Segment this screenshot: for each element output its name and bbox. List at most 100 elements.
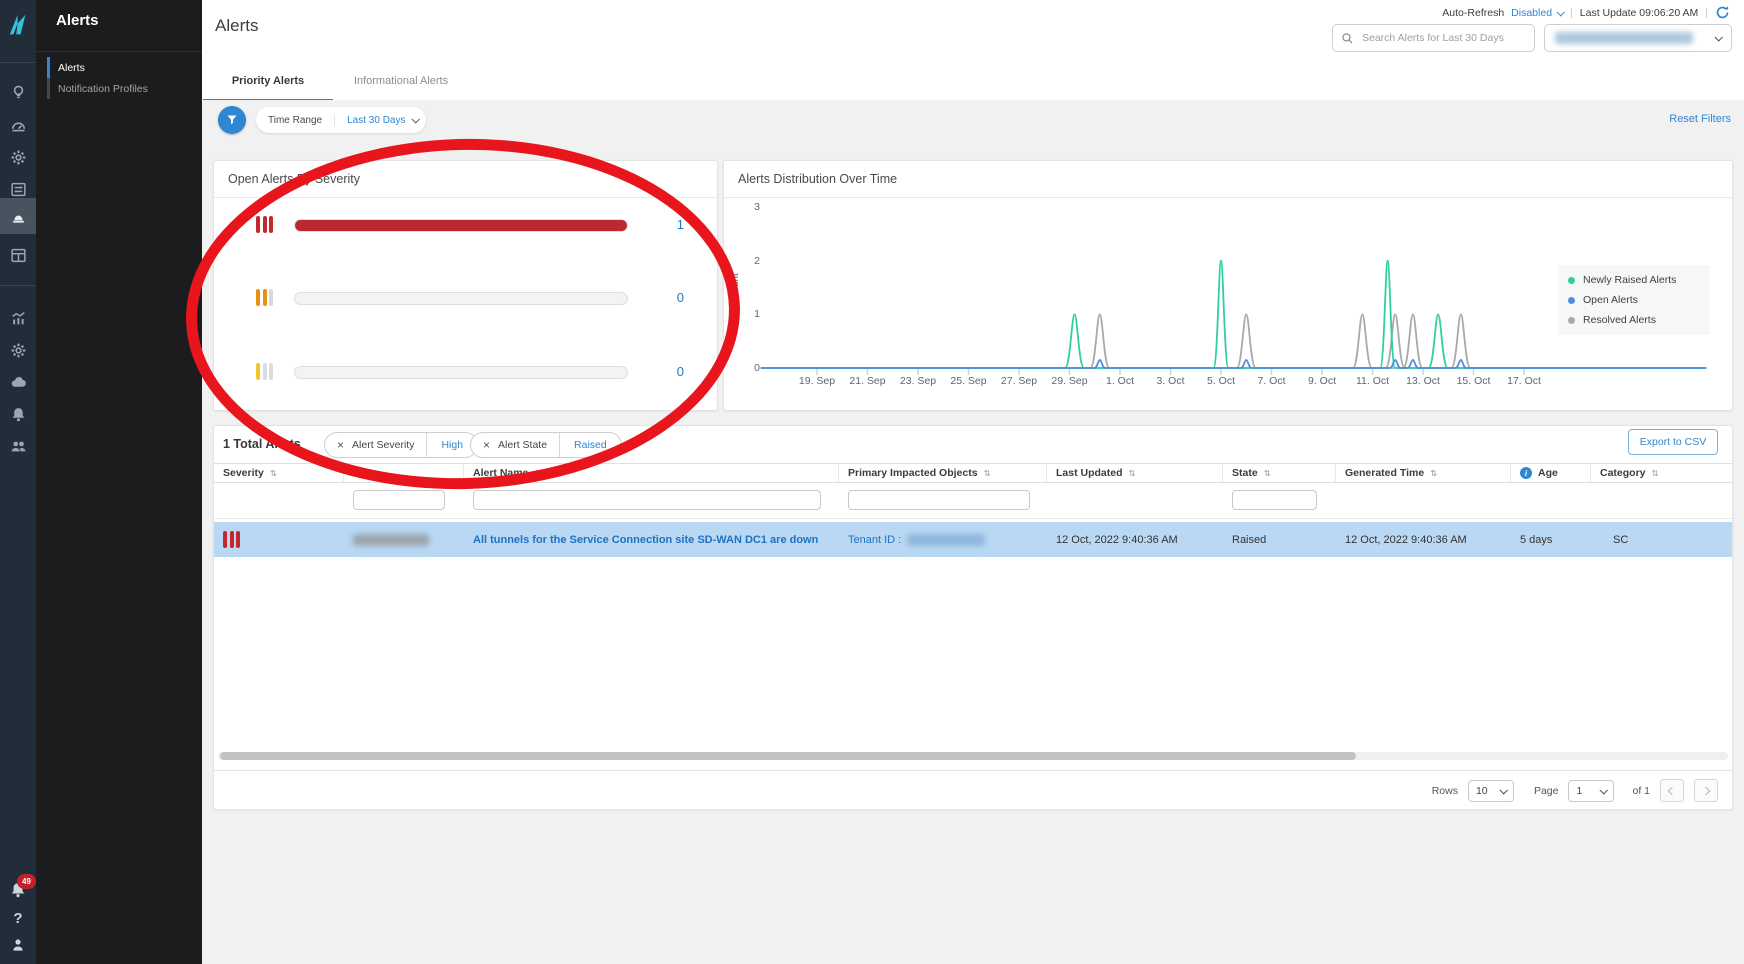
sidebar-item-notification-profiles[interactable]: Notification Profiles: [47, 78, 208, 99]
severity-bar-fill: [295, 219, 627, 232]
refresh-button[interactable]: [1715, 5, 1730, 20]
page-number-select[interactable]: 1: [1568, 780, 1614, 802]
column-header-alert-name[interactable]: Alert Name ⇅: [464, 464, 839, 482]
tenant-id-redacted: [907, 534, 985, 546]
user-profile-button[interactable]: [8, 935, 28, 955]
alert-name-filter-input[interactable]: [473, 490, 821, 510]
alert-name-link[interactable]: All tunnels for the Service Connection s…: [473, 534, 818, 546]
filter-button[interactable]: [218, 106, 246, 134]
primary-impacted-filter-input[interactable]: [848, 490, 1030, 510]
refresh-bar: Auto-Refresh Disabled | Last Update 09:0…: [1442, 5, 1730, 20]
column-header-primary-impacted-objects[interactable]: Primary Impacted Objects ⇅: [839, 464, 1047, 482]
column-header-id[interactable]: ID: [344, 464, 464, 482]
app-logo-icon: [7, 12, 29, 36]
state-filter-input[interactable]: [1232, 490, 1317, 510]
sort-icon[interactable]: ⇅: [1129, 468, 1136, 479]
page-label: Page: [1534, 785, 1559, 797]
divider: [214, 197, 717, 198]
column-label: Last Updated: [1056, 467, 1123, 479]
column-header-generated-time[interactable]: Generated Time ⇅: [1336, 464, 1511, 482]
nav-dashboards[interactable]: [8, 245, 28, 265]
close-icon[interactable]: ×: [325, 438, 352, 452]
legend-entry: Resolved Alerts: [1568, 314, 1700, 326]
x-tick-label: 5. Oct: [1195, 375, 1247, 387]
column-label: Alert Name: [473, 467, 528, 479]
close-icon[interactable]: ×: [471, 438, 498, 452]
time-range-filter[interactable]: Time Range Last 30 Days: [256, 107, 426, 133]
divider: [36, 51, 202, 52]
tab-informational-alerts[interactable]: Informational Alerts: [333, 62, 469, 99]
tab-priority-alerts[interactable]: Priority Alerts: [203, 62, 333, 102]
user-group-icon: [10, 438, 27, 455]
filter-chip-alert-severity[interactable]: × Alert Severity High: [324, 432, 478, 458]
x-tick-label: 9. Oct: [1296, 375, 1348, 387]
legend-label: Resolved Alerts: [1583, 314, 1656, 326]
sort-icon[interactable]: ⇅: [534, 468, 541, 479]
x-axis-labels: 19. Sep21. Sep23. Sep25. Sep27. Sep29. S…: [724, 375, 1734, 391]
nav-user-management[interactable]: [8, 436, 28, 456]
help-button[interactable]: ?: [8, 908, 28, 928]
column-header-last-updated[interactable]: Last Updated ⇅: [1047, 464, 1223, 482]
severity-card-title: Open Alerts By Severity: [228, 172, 360, 186]
nav-workflows[interactable]: [8, 179, 28, 199]
column-header-state[interactable]: State ⇅: [1223, 464, 1336, 482]
nav-configuration[interactable]: [8, 340, 28, 360]
severity-low-icon: [256, 363, 273, 380]
next-page-button[interactable]: [1694, 779, 1718, 802]
previous-page-button[interactable]: [1660, 779, 1684, 802]
reset-filters-link[interactable]: Reset Filters: [1669, 113, 1731, 125]
nav-alerts-active[interactable]: [8, 206, 28, 226]
rows-per-page-select[interactable]: 10: [1468, 780, 1514, 802]
column-header-age[interactable]: i Age: [1511, 464, 1591, 482]
nav-insights[interactable]: [8, 82, 28, 102]
severity-row[interactable]: 0: [214, 359, 717, 385]
tenant-selector[interactable]: [1544, 24, 1732, 52]
severity-row[interactable]: 0: [214, 285, 717, 311]
cloud-icon: [10, 374, 27, 391]
layout-grid-icon: [10, 247, 27, 264]
sidebar-item-alerts[interactable]: Alerts: [47, 57, 208, 78]
search-box[interactable]: [1332, 24, 1535, 52]
app-logo[interactable]: [6, 11, 30, 37]
sort-icon[interactable]: ⇅: [1430, 468, 1437, 479]
sidebar-item-label: Notification Profiles: [58, 83, 148, 95]
column-label: Generated Time: [1345, 467, 1424, 479]
chip-value: Raised: [559, 433, 621, 457]
legend-dot: [1568, 297, 1575, 304]
nav-settings[interactable]: [8, 147, 28, 167]
x-tick-label: 21. Sep: [842, 375, 894, 387]
nav-notifications[interactable]: [8, 404, 28, 424]
search-input[interactable]: [1360, 31, 1526, 45]
sort-icon[interactable]: ⇅: [984, 468, 991, 479]
column-header-category[interactable]: Category ⇅: [1591, 464, 1734, 482]
id-filter-input[interactable]: [353, 490, 445, 510]
legend-label: Open Alerts: [1583, 294, 1638, 306]
nav-dashboard[interactable]: [8, 115, 28, 135]
auto-refresh-dropdown[interactable]: Disabled: [1511, 7, 1563, 19]
nav-reports[interactable]: [8, 308, 28, 328]
sort-icon[interactable]: ⇅: [1264, 468, 1271, 479]
age-info-icon[interactable]: i: [1520, 467, 1532, 479]
severity-critical-icon: [223, 531, 240, 548]
funnel-icon: [226, 114, 238, 126]
filter-bar: Time Range Last 30 Days Reset Filters: [202, 100, 1744, 140]
legend-label: Newly Raised Alerts: [1583, 274, 1676, 286]
nav-cloud-services[interactable]: [8, 372, 28, 392]
export-to-csv-button[interactable]: Export to CSV: [1628, 429, 1718, 455]
separator: |: [1570, 7, 1573, 19]
x-tick-label: 23. Sep: [892, 375, 944, 387]
horizontal-scrollbar-track[interactable]: [218, 752, 1728, 760]
refresh-icon: [1715, 5, 1730, 20]
tenant-name-redacted: [1555, 32, 1693, 44]
rows-label: Rows: [1432, 785, 1458, 797]
sort-icon[interactable]: ⇅: [270, 468, 277, 479]
column-header-severity[interactable]: Severity ⇅: [214, 464, 344, 482]
divider: [0, 285, 36, 286]
tenant-id-label[interactable]: Tenant ID :: [848, 534, 901, 546]
filter-chip-alert-state[interactable]: × Alert State Raised: [470, 432, 622, 458]
sort-icon[interactable]: ⇅: [1652, 468, 1659, 479]
tab-label: Informational Alerts: [354, 75, 448, 87]
severity-row[interactable]: 1: [214, 212, 717, 238]
horizontal-scrollbar-thumb[interactable]: [220, 752, 1356, 760]
table-row[interactable]: All tunnels for the Service Connection s…: [214, 522, 1732, 557]
